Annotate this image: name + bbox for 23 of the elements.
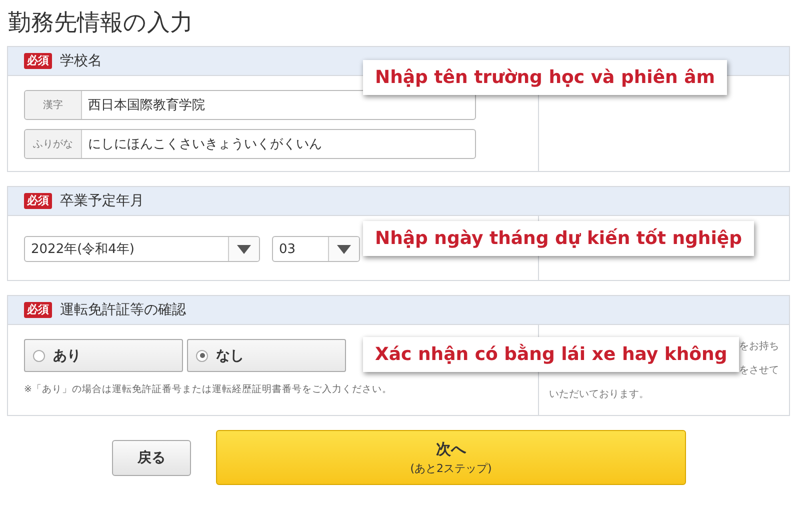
required-badge: 必須: [24, 193, 52, 209]
page-title: 勤務先情報の入力: [8, 9, 193, 38]
side-note-text: をさせて: [738, 364, 779, 377]
required-badge: 必須: [24, 302, 52, 318]
side-note-text: いただいております。: [549, 388, 650, 401]
next-button[interactable]: 次へ (あと2ステップ): [216, 430, 686, 485]
radio-option[interactable]: あり: [24, 339, 183, 372]
note-text: ※「あり」の場合は運転免許証番号または運転経歴証明書番号をご入力ください。: [24, 383, 393, 396]
dropdown[interactable]: 2022年(令和4年): [24, 236, 260, 262]
radio-option[interactable]: なし: [187, 339, 346, 372]
section-title: 学校名: [60, 52, 102, 70]
text-field[interactable]: 漢字 西日本国際教育学院: [24, 90, 476, 120]
callout-label: Xác nhận có bằng lái xe hay không: [363, 337, 740, 372]
text-field[interactable]: ふりがな にしにほんこくさいきょういくがくいん: [24, 129, 476, 159]
callout-label: Nhập tên trường học và phiên âm: [363, 60, 728, 95]
required-badge: 必須: [24, 53, 52, 69]
section-title: 卒業予定年月: [60, 192, 144, 210]
section-title: 運転免許証等の確認: [60, 301, 186, 319]
caret-icon: [337, 244, 351, 254]
caret-icon: [237, 244, 251, 254]
dropdown[interactable]: 03: [272, 236, 360, 262]
back-button[interactable]: 戻る: [112, 440, 191, 476]
callout-label: Nhập ngày tháng dự kiến tốt nghiệp: [363, 221, 754, 256]
